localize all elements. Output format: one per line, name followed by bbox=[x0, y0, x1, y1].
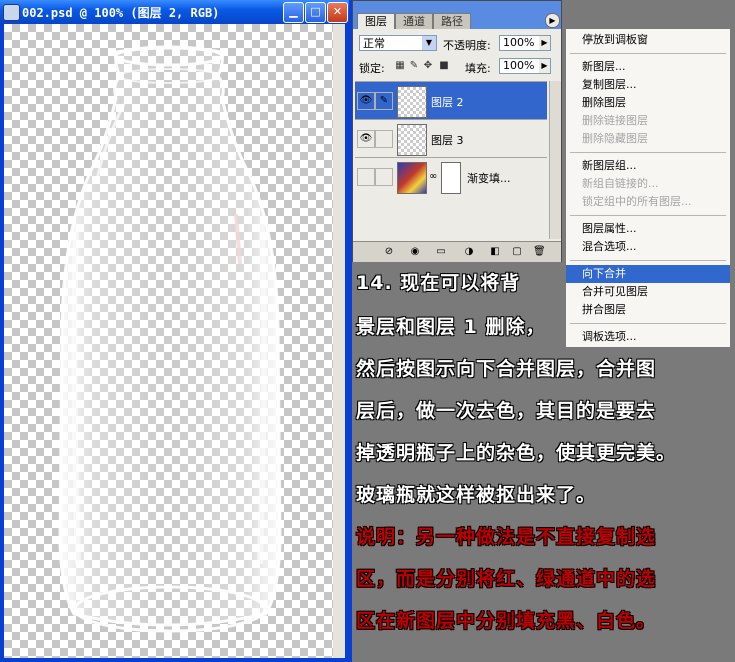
menu-separator bbox=[570, 260, 726, 261]
menu-item-duplicate-layer[interactable]: 复制图层... bbox=[566, 76, 730, 94]
layer-thumbnail bbox=[397, 124, 427, 156]
lock-all-icon[interactable]: ■ bbox=[439, 60, 449, 71]
layer-style-icon[interactable]: ◉ bbox=[409, 246, 421, 258]
eye-icon[interactable]: 👁 bbox=[357, 130, 375, 148]
brush-slot[interactable] bbox=[375, 130, 393, 148]
opacity-input[interactable]: 100% ▶ bbox=[499, 35, 551, 51]
blend-mode-value: 正常 bbox=[363, 37, 385, 50]
layer-row[interactable]: ∞ 渐变填... bbox=[355, 157, 547, 196]
menu-item-new-layer[interactable]: 新图层... bbox=[566, 58, 730, 76]
menu-item-delete-linked-layers[interactable]: 删除链接图层 bbox=[566, 112, 730, 130]
glass-bottle-image bbox=[58, 45, 282, 633]
document-title: 002.psd @ 100% (图层 2, RGB) bbox=[22, 6, 220, 20]
panel-menu-arrow-icon[interactable]: ▶ bbox=[545, 13, 560, 28]
menu-separator bbox=[570, 152, 726, 153]
add-mask-icon[interactable]: ▭ bbox=[435, 246, 447, 258]
gradient-fill-thumbnail bbox=[397, 162, 427, 194]
lock-brush-icon[interactable]: ✎ bbox=[409, 60, 419, 71]
tab-layers[interactable]: 图层 bbox=[357, 13, 395, 30]
fill-arrow-icon[interactable]: ▶ bbox=[539, 59, 550, 73]
layers-panel: 图层 通道 路径 ▶ 正常 ▼ 不透明度: 100% ▶ 锁定: ▦ ✎ ✥ ■… bbox=[352, 0, 562, 262]
tab-channels[interactable]: 通道 bbox=[395, 13, 433, 30]
eye-slot[interactable] bbox=[357, 168, 375, 186]
opacity-arrow-icon[interactable]: ▶ bbox=[539, 36, 550, 50]
menu-separator bbox=[570, 215, 726, 216]
layer-row[interactable]: 👁 图层 3 bbox=[355, 119, 547, 158]
tutorial-line: 掉透明瓶子上的杂色，使其更完美。 bbox=[356, 442, 677, 464]
maximize-icon[interactable]: □ bbox=[305, 2, 326, 23]
brush-icon[interactable]: ✎ bbox=[375, 92, 393, 110]
fill-value: 100% bbox=[503, 59, 535, 72]
panel-tab-bar: 图层 通道 路径 ▶ bbox=[353, 1, 561, 30]
layer-mask-thumbnail bbox=[441, 162, 461, 194]
tutorial-line: 层后，做一次去色，其目的是要去 bbox=[356, 400, 657, 422]
tutorial-line: 玻璃瓶就这样被抠出来了。 bbox=[356, 484, 597, 506]
document-scrollbar[interactable] bbox=[333, 24, 345, 658]
lock-transparency-icon[interactable]: ▦ bbox=[395, 60, 405, 71]
layers-scrollbar[interactable] bbox=[549, 81, 561, 239]
trash-icon[interactable]: 🗑 bbox=[533, 246, 546, 258]
close-icon[interactable]: ✕ bbox=[327, 2, 348, 23]
menu-item-delete-hidden-layers[interactable]: 删除隐藏图层 bbox=[566, 130, 730, 148]
menu-item-delete-layer[interactable]: 删除图层 bbox=[566, 94, 730, 112]
tutorial-line: 14. 现在可以将背 bbox=[356, 272, 521, 294]
new-group-icon[interactable]: ◑ bbox=[463, 246, 475, 258]
note-line: 区在新图层中分别填充黑、白色。 bbox=[356, 610, 657, 632]
tutorial-line: 然后按图示向下合并图层，合并图 bbox=[356, 358, 657, 380]
chain-link-icon[interactable]: ∞ bbox=[429, 171, 437, 182]
blend-mode-select[interactable]: 正常 ▼ bbox=[359, 35, 437, 51]
brush-slot[interactable] bbox=[375, 168, 393, 186]
menu-item-lock-all-layers-in-set[interactable]: 锁定组中的所有图层... bbox=[566, 193, 730, 211]
tab-paths[interactable]: 路径 bbox=[433, 13, 471, 30]
menu-item-blending-options[interactable]: 混合选项... bbox=[566, 238, 730, 256]
tutorial-line: 景层和图层 1 删除， bbox=[356, 316, 546, 338]
layers-footer: ⊘ ◉ ▭ ◑ ◧ ▢ 🗑 bbox=[353, 241, 561, 262]
layer-name: 渐变填... bbox=[467, 172, 511, 185]
minimize-icon[interactable]: ▁ bbox=[283, 2, 304, 23]
layer-name: 图层 2 bbox=[431, 96, 464, 109]
document-titlebar[interactable]: 002.psd @ 100% (图层 2, RGB) ▁ □ ✕ bbox=[0, 0, 349, 24]
link-layers-icon[interactable]: ⊘ bbox=[383, 246, 395, 258]
menu-item-dock-to-palette-well[interactable]: 停放到调板窗 bbox=[566, 31, 730, 49]
menu-separator bbox=[570, 53, 726, 54]
menu-item-new-layer-set[interactable]: 新图层组... bbox=[566, 157, 730, 175]
opacity-value: 100% bbox=[503, 36, 535, 49]
document-canvas[interactable] bbox=[4, 24, 344, 658]
note-line: 说明：另一种做法是不直接复制选 bbox=[356, 526, 657, 548]
document-window: 002.psd @ 100% (图层 2, RGB) ▁ □ ✕ bbox=[0, 0, 349, 662]
layer-thumbnail bbox=[397, 86, 427, 118]
lock-move-icon[interactable]: ✥ bbox=[423, 60, 433, 71]
photoshop-app-icon bbox=[3, 4, 20, 21]
tutorial-text: 14. 现在可以将背 景层和图层 1 删除， 然后按图示向下合并图层，合并图 层… bbox=[352, 262, 735, 662]
menu-item-new-set-from-linked[interactable]: 新组自链接的... bbox=[566, 175, 730, 193]
layer-row[interactable]: 👁 ✎ 图层 2 bbox=[355, 81, 547, 120]
layers-panel-body: 正常 ▼ 不透明度: 100% ▶ 锁定: ▦ ✎ ✥ ■ 填充: 100% ▶… bbox=[353, 29, 561, 262]
fill-label: 填充: bbox=[465, 62, 491, 75]
opacity-label: 不透明度: bbox=[443, 39, 491, 52]
fill-input[interactable]: 100% ▶ bbox=[499, 58, 551, 74]
menu-item-layer-properties[interactable]: 图层属性... bbox=[566, 220, 730, 238]
chevron-down-icon[interactable]: ▼ bbox=[422, 36, 436, 50]
new-layer-icon[interactable]: ▢ bbox=[511, 246, 523, 258]
new-adjustment-icon[interactable]: ◧ bbox=[489, 246, 501, 258]
lock-label: 锁定: bbox=[359, 62, 385, 75]
eye-icon[interactable]: 👁 bbox=[357, 92, 375, 110]
layer-name: 图层 3 bbox=[431, 134, 464, 147]
note-line: 区，而是分别将红、绿通道中的选 bbox=[356, 568, 657, 590]
